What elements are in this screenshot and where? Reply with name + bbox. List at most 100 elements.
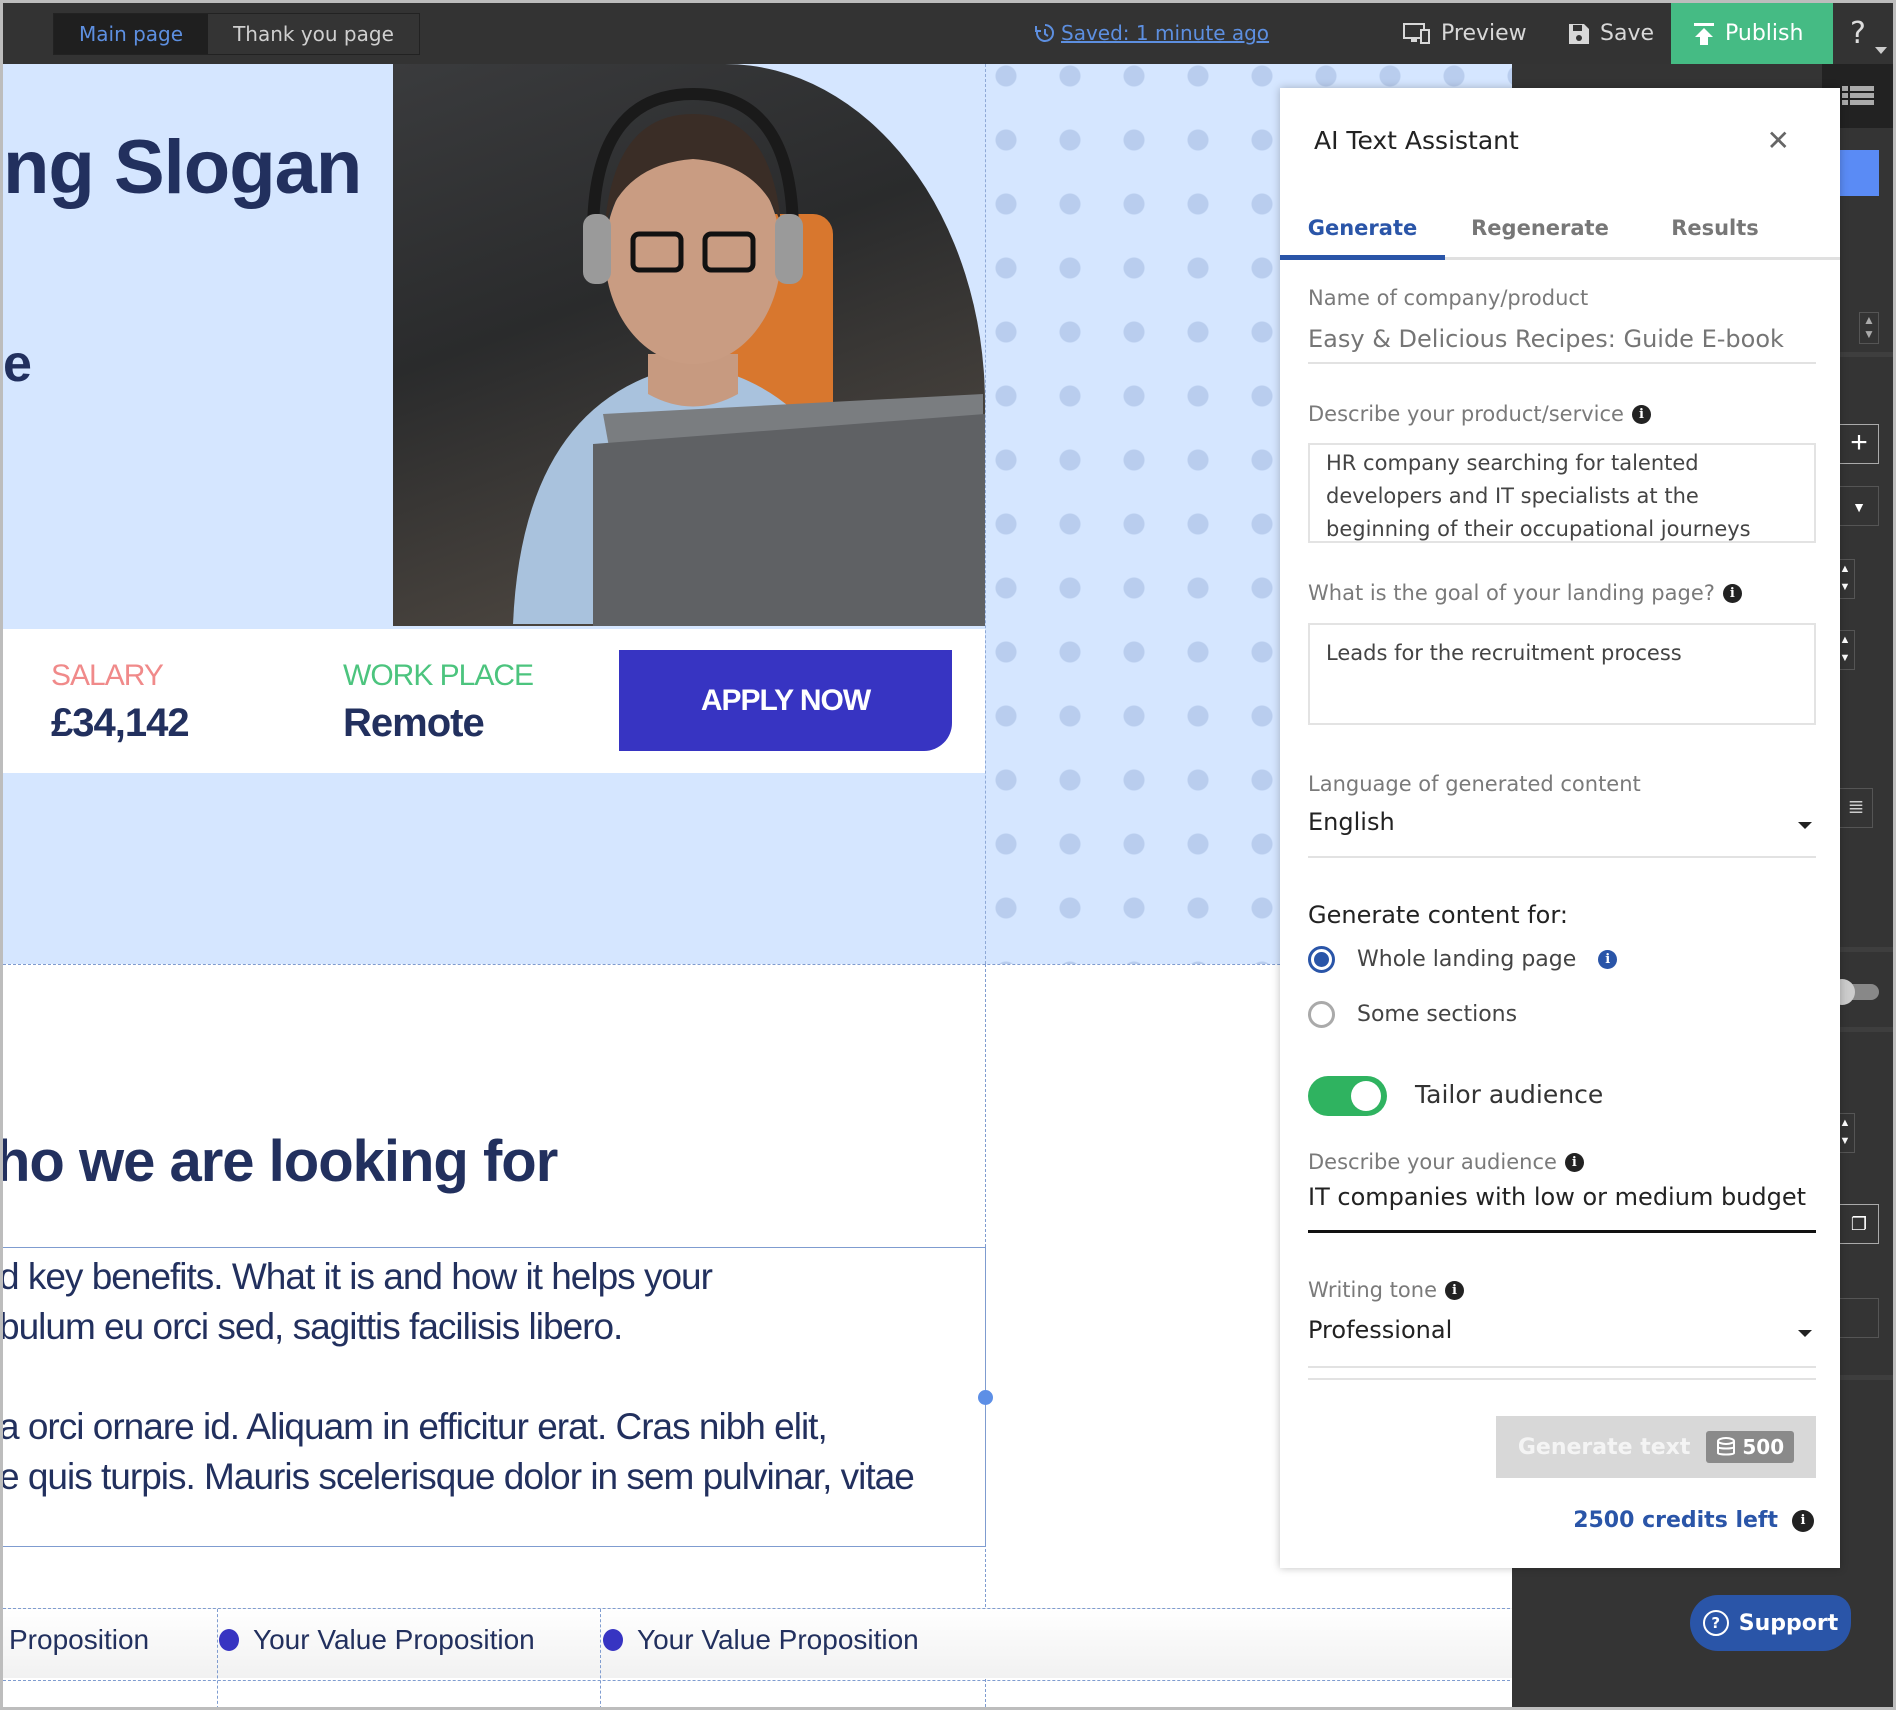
product-description-textarea[interactable]: HR company searching for talented develo… [1308,443,1816,543]
apply-now-button[interactable]: APPLY NOW [619,650,952,751]
resize-handle[interactable] [978,1390,993,1405]
info-icon[interactable]: i [1631,404,1651,424]
generate-text-button[interactable]: Generate text 500 [1496,1416,1816,1478]
hero-subline[interactable]: e [3,334,32,394]
tab-regenerate[interactable]: Regenerate [1445,196,1635,260]
preview-button[interactable]: Preview [1403,3,1527,64]
landing-page-editor: Main page Thank you page Saved: 1 minute… [3,3,1893,1707]
toggle-switch[interactable] [1829,979,1879,1005]
divider [1308,1378,1816,1380]
help-label: ? [1850,16,1866,51]
floppy-disk-icon [1569,23,1589,44]
credits-left: 2500 credits left i [1573,1508,1814,1533]
save-label: Save [1600,21,1655,46]
help-circle-icon: ? [1702,1610,1729,1636]
tone-label: Writing tone i [1308,1278,1464,1302]
paragraph-line: e quis turpis. Mauris scelerisque dolor … [3,1456,915,1497]
hero-slogan[interactable]: ng Slogan [3,124,362,211]
label-text: Generate content for: [1308,901,1568,929]
label-text: Writing tone [1308,1278,1437,1302]
tailor-audience-toggle[interactable] [1308,1076,1387,1116]
hero-section[interactable]: ng Slogan e SALARY £34,142 WORK PLACE Re… [3,64,985,964]
coins-icon [1717,1437,1736,1456]
man-with-headphones-image [513,87,985,626]
goal-label: What is the goal of your landing page? i [1308,581,1742,605]
color-swatch[interactable] [1839,150,1879,196]
section-heading[interactable]: ho we are looking for [3,1128,558,1195]
copy-icon[interactable]: ❐ [1839,1204,1879,1244]
selected-text-block[interactable]: d key benefits. What it is and how it he… [3,1247,986,1547]
paragraph-line: a orci ornare id. Aliquam in efficitur e… [3,1406,828,1447]
tone-value: Professional [1308,1316,1453,1344]
workplace-value[interactable]: Remote [343,701,485,746]
goal-textarea[interactable]: Leads for the recruitment process [1308,623,1816,725]
empty-control[interactable] [1839,1298,1879,1338]
panel-tabs: Generate Regenerate Results [1280,196,1840,260]
salary-value[interactable]: £34,142 [51,701,190,746]
tab-thank-you-page[interactable]: Thank you page [208,14,419,54]
language-select[interactable]: English [1308,808,1816,858]
column-guide-line [600,1609,601,1707]
section-guide-line [3,1680,1515,1681]
saved-status-text: Saved: 1 minute ago [1061,21,1270,45]
radio-whole-landing-page[interactable]: Whole landing page i [1308,946,1618,973]
plus-icon[interactable]: + [1839,424,1879,464]
close-icon[interactable]: ✕ [1767,124,1790,157]
saved-status-link[interactable]: Saved: 1 minute ago [1035,21,1269,45]
value-prop-item[interactable]: Your Value Proposition [219,1624,535,1656]
cost-value: 500 [1742,1435,1785,1459]
audience-input[interactable]: IT companies with low or medium budget [1308,1183,1816,1233]
support-label: Support [1738,1610,1839,1636]
ai-text-assistant-panel: AI Text Assistant ✕ Generate Regenerate … [1280,88,1840,1568]
publish-button[interactable]: Publish [1671,3,1833,64]
preview-label: Preview [1441,21,1527,46]
button-label: Generate text [1517,1434,1691,1460]
company-name-input[interactable] [1308,316,1816,364]
credit-cost-badge: 500 [1706,1431,1795,1463]
radio-checked-icon [1308,946,1335,973]
paragraph-line: bulum eu orci sed, sagittis facilisis li… [3,1306,623,1347]
label-text: Name of company/product [1308,286,1589,310]
radio-some-sections[interactable]: Some sections [1308,1001,1517,1028]
value-props-row: Proposition Your Value Proposition Your … [3,1608,1515,1707]
product-label: Describe your product/service i [1308,402,1651,426]
tab-main-page[interactable]: Main page [54,14,209,54]
credits-text: 2500 credits left [1573,1508,1778,1533]
panel-title: AI Text Assistant [1314,126,1519,155]
caret-down-icon [1798,822,1812,829]
value-prop-item[interactable]: Your Value Proposition [603,1624,919,1656]
audience-label: Describe your audience i [1308,1150,1584,1174]
history-icon [1035,24,1054,42]
dropdown-caret-icon[interactable]: ▼ [1839,486,1879,526]
page-tabs: Main page Thank you page [53,13,420,55]
support-button[interactable]: ? Support [1690,1595,1851,1651]
radio-label: Whole landing page [1357,947,1577,972]
value-prop-text: Your Value Proposition [637,1624,919,1655]
info-icon[interactable]: i [1722,583,1742,603]
radio-label: Some sections [1357,1002,1518,1027]
job-info-strip: SALARY £34,142 WORK PLACE Remote APPLY N… [3,629,985,773]
caret-down-icon [1798,1330,1812,1337]
devices-icon [1403,22,1430,44]
info-icon[interactable]: i [1598,950,1618,969]
value-prop-item[interactable]: Proposition [9,1624,149,1656]
company-label: Name of company/product [1308,286,1588,310]
workplace-label[interactable]: WORK PLACE [343,659,534,693]
help-menu-button[interactable]: ? [1823,3,1893,64]
salary-label[interactable]: SALARY [51,659,164,693]
save-button[interactable]: Save [1568,3,1654,64]
top-toolbar: Main page Thank you page Saved: 1 minute… [3,3,1893,64]
language-label: Language of generated content [1308,772,1641,796]
number-stepper[interactable]: ▲ ▼ [1859,312,1879,344]
info-icon[interactable]: i [1444,1280,1464,1300]
writing-tone-select[interactable]: Professional [1308,1316,1816,1368]
bullet-dot-icon [603,1629,623,1651]
info-icon[interactable]: i [1564,1152,1584,1172]
label-text: Describe your product/service [1308,402,1624,426]
hero-photo[interactable] [393,64,985,626]
label-text: Tailor audience [1415,1080,1604,1109]
align-justify-icon[interactable]: ≣ [1839,788,1873,828]
tab-generate[interactable]: Generate [1280,196,1445,260]
tab-results[interactable]: Results [1635,196,1795,260]
info-icon[interactable]: i [1792,1509,1814,1532]
